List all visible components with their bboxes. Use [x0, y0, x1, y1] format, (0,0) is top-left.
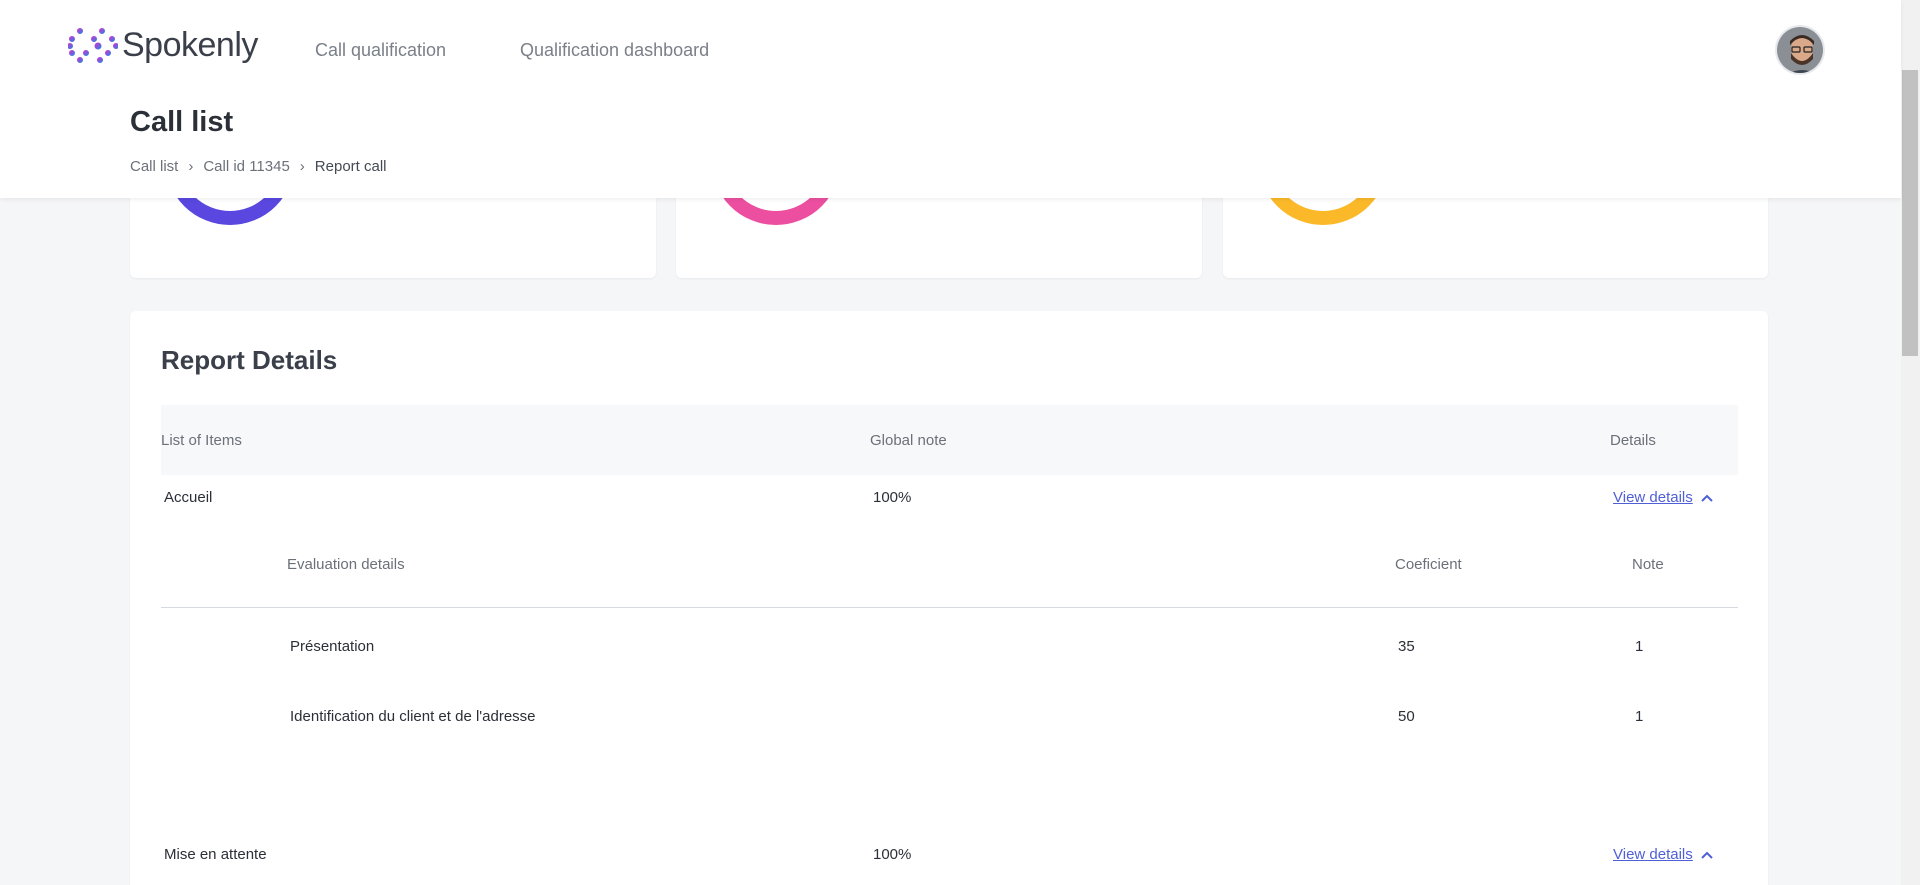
item-note: 100%	[873, 846, 912, 863]
evaluation-name: Identification du client et de l'adresse	[290, 708, 536, 725]
view-details-label: View details	[1613, 846, 1693, 863]
column-evaluation-details: Evaluation details	[287, 556, 405, 573]
breadcrumb-call-id[interactable]: Call id 11345	[203, 158, 289, 175]
view-details-link[interactable]: View details	[1613, 489, 1713, 506]
view-details-label: View details	[1613, 489, 1693, 506]
report-details-panel: Report Details List of Items Global note…	[130, 311, 1768, 885]
column-note: Note	[1632, 556, 1664, 573]
brand-logo[interactable]: Spokenly	[68, 26, 258, 65]
item-note: 100%	[873, 489, 912, 506]
evaluation-note: 1	[1635, 708, 1644, 725]
nav-qualification-dashboard[interactable]: Qualification dashboard	[520, 40, 709, 61]
brand-name: Spokenly	[122, 26, 258, 64]
table-row: Mise en attente 100% View details	[161, 840, 1738, 870]
evaluation-coef: 50	[1398, 708, 1415, 725]
avatar[interactable]	[1775, 25, 1825, 75]
table-header: List of Items Global note Details	[161, 405, 1738, 475]
table-row: Accueil 100% View details	[161, 483, 1738, 513]
column-list-of-items: List of Items	[161, 432, 242, 449]
page-title: Call list	[130, 106, 234, 138]
evaluation-note: 1	[1635, 638, 1644, 655]
evaluation-row: Identification du client et de l'adresse…	[161, 702, 1738, 732]
top-header: Spokenly Call qualification Qualificatio…	[0, 0, 1901, 198]
item-name: Mise en attente	[164, 846, 267, 863]
spokenly-logo-icon	[68, 27, 118, 63]
user-avatar-icon	[1777, 27, 1823, 73]
report-title: Report Details	[161, 345, 338, 375]
breadcrumb-call-list[interactable]: Call list	[130, 158, 178, 175]
breadcrumb-report-call: Report call	[314, 158, 387, 175]
breadcrumb-separator: ›	[299, 158, 305, 175]
evaluation-coef: 35	[1398, 638, 1415, 655]
view-details-link[interactable]: View details	[1613, 846, 1713, 863]
evaluation-name: Présentation	[290, 638, 375, 655]
chevron-up-icon	[1701, 494, 1713, 502]
breadcrumb: Call list › Call id 11345 › Report call	[130, 158, 387, 175]
evaluation-row: Présentation 35 1	[161, 632, 1738, 662]
chevron-up-icon	[1701, 851, 1713, 859]
column-global-note: Global note	[870, 432, 947, 449]
nav-call-qualification[interactable]: Call qualification	[315, 40, 446, 61]
breadcrumb-separator: ›	[188, 158, 194, 175]
column-coeficient: Coeficient	[1395, 556, 1462, 573]
scrollbar-thumb[interactable]	[1902, 70, 1918, 356]
evaluation-subtable-header: Evaluation details Coeficient Note	[161, 548, 1738, 608]
item-name: Accueil	[164, 489, 213, 506]
column-details: Details	[1610, 432, 1656, 449]
